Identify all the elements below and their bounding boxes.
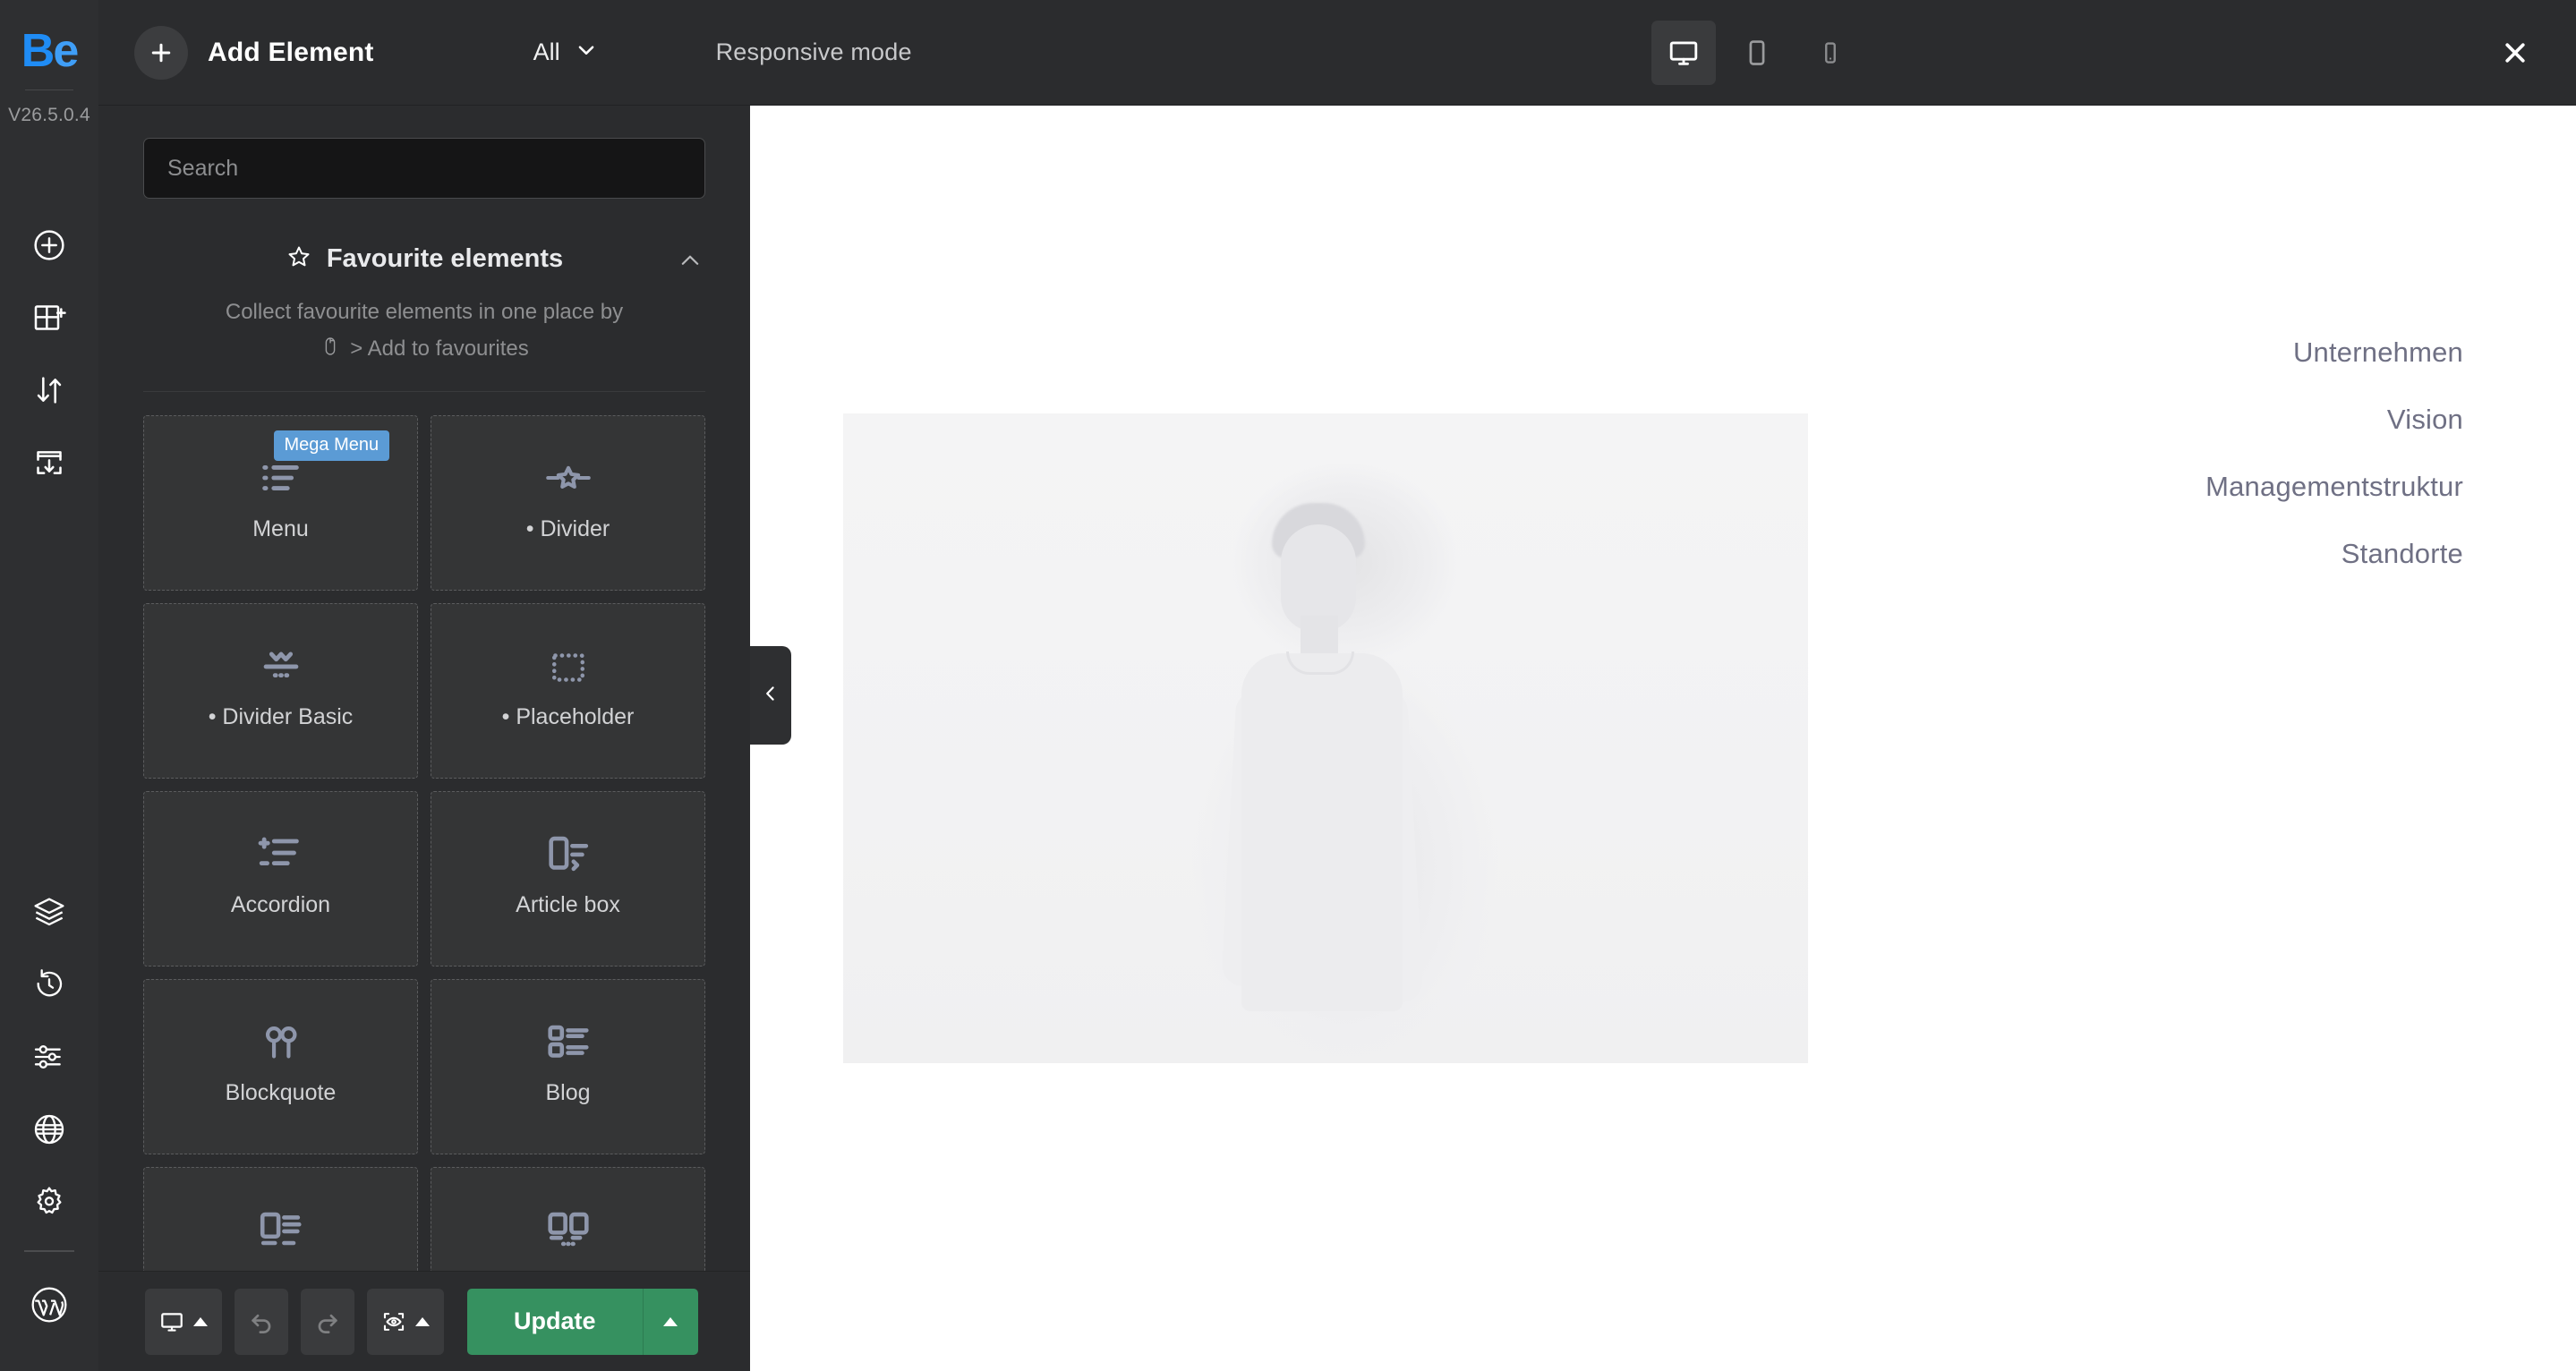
favourite-elements-title: Favourite elements bbox=[326, 244, 564, 273]
element-label-blog: Blog bbox=[545, 1079, 591, 1105]
element-card-two-column-cards[interactable] bbox=[431, 1166, 705, 1271]
preview-button[interactable] bbox=[367, 1288, 444, 1355]
elements-panel: Favourite elements Collect favourite ele… bbox=[98, 106, 750, 1371]
top-toolbar: Add Element All Responsive mode bbox=[98, 0, 2576, 106]
element-card-menu[interactable]: Mega Menu Menu bbox=[143, 414, 418, 591]
logo-letter-e: e bbox=[53, 25, 79, 77]
page-canvas[interactable]: Unternehmen Vision Managementstruktur St… bbox=[750, 106, 2576, 1371]
element-card-article-box[interactable]: Article box bbox=[431, 790, 705, 967]
mega-menu-badge: Mega Menu bbox=[273, 430, 390, 461]
element-label-divider: • Divider bbox=[525, 515, 610, 541]
divider-star-icon bbox=[542, 416, 594, 516]
accordion-icon bbox=[255, 792, 307, 892]
element-filter-dropdown[interactable]: All bbox=[533, 38, 598, 66]
element-card-media-text[interactable] bbox=[143, 1166, 418, 1271]
chevron-down-icon bbox=[575, 38, 598, 66]
two-column-cards-icon bbox=[542, 1168, 594, 1268]
responsive-mode-label: Responsive mode bbox=[715, 38, 912, 65]
viewport-button[interactable] bbox=[145, 1288, 222, 1355]
caret-up-icon bbox=[193, 1316, 208, 1326]
favourite-elements-header[interactable]: Favourite elements bbox=[98, 243, 750, 275]
figure-torso bbox=[1241, 653, 1403, 1011]
element-label-divider-basic: • Divider Basic bbox=[208, 703, 354, 729]
favourite-description-line1: Collect favourite elements in one place … bbox=[225, 300, 624, 324]
element-card-divider[interactable]: • Divider bbox=[431, 414, 705, 591]
redo-button[interactable] bbox=[301, 1288, 354, 1355]
globe-icon[interactable] bbox=[0, 1093, 98, 1165]
favourite-elements-description: Collect favourite elements in one place … bbox=[98, 298, 750, 364]
element-grid: Mega Menu Menu • Divider • Divider Basic… bbox=[98, 392, 750, 1271]
left-rail: Be V26.5.0.4 bbox=[0, 0, 98, 1371]
nav-item-vision[interactable]: Vision bbox=[2387, 405, 2463, 433]
element-card-blockquote[interactable]: Blockquote bbox=[143, 978, 418, 1154]
close-icon[interactable] bbox=[2490, 28, 2540, 78]
favourite-description-line2: > Add to favourites bbox=[350, 336, 529, 361]
star-icon bbox=[286, 243, 312, 275]
nav-item-standorte[interactable]: Standorte bbox=[2341, 540, 2463, 567]
element-label-accordion: Accordion bbox=[230, 891, 331, 917]
rail-top-icons bbox=[0, 209, 98, 498]
element-label-placeholder: • Placeholder bbox=[501, 703, 635, 729]
rail-bottom-icons bbox=[0, 875, 98, 1371]
media-text-icon bbox=[255, 1168, 307, 1268]
search-input[interactable] bbox=[143, 138, 705, 199]
update-button-label: Update bbox=[467, 1288, 643, 1355]
nav-item-unternehmen[interactable]: Unternehmen bbox=[2293, 338, 2463, 366]
version-label: V26.5.0.4 bbox=[8, 105, 90, 125]
plus-icon bbox=[134, 25, 188, 80]
placeholder-dotted-icon bbox=[544, 604, 593, 704]
be-logo[interactable]: Be bbox=[21, 23, 79, 79]
site-navigation: Unternehmen Vision Managementstruktur St… bbox=[2205, 338, 2463, 567]
rail-divider bbox=[25, 89, 73, 90]
device-mobile-button[interactable] bbox=[1798, 21, 1863, 85]
reorder-icon[interactable] bbox=[0, 353, 98, 426]
gear-icon[interactable] bbox=[0, 1165, 98, 1238]
chevron-up-icon[interactable] bbox=[677, 247, 704, 278]
article-box-icon bbox=[542, 792, 594, 892]
element-label-menu: Menu bbox=[252, 515, 309, 541]
rail-separator bbox=[24, 1250, 74, 1252]
preview-caret-up-icon bbox=[415, 1316, 430, 1326]
add-element-label: Add Element bbox=[208, 37, 374, 67]
element-label-blockquote: Blockquote bbox=[225, 1079, 337, 1105]
history-icon[interactable] bbox=[0, 948, 98, 1020]
elements-panel-scroll[interactable]: Favourite elements Collect favourite ele… bbox=[98, 106, 750, 1271]
panel-collapse-handle[interactable] bbox=[750, 646, 791, 745]
add-section-icon[interactable] bbox=[0, 281, 98, 353]
model-figure bbox=[1209, 503, 1433, 1063]
divider-basic-icon bbox=[255, 604, 307, 704]
element-card-placeholder[interactable]: • Placeholder bbox=[431, 602, 705, 779]
mouse-right-click-icon bbox=[320, 336, 341, 365]
insert-template-icon[interactable] bbox=[0, 426, 98, 498]
layers-icon[interactable] bbox=[0, 875, 98, 948]
element-card-blog[interactable]: Blog bbox=[431, 978, 705, 1154]
hero-image[interactable] bbox=[843, 413, 1808, 1063]
page-builder-root: Be V26.5.0.4 Add Element All Responsive … bbox=[0, 0, 2576, 1371]
add-element-icon[interactable] bbox=[0, 209, 98, 281]
update-button[interactable]: Update bbox=[467, 1288, 698, 1355]
device-desktop-button[interactable] bbox=[1651, 20, 1716, 85]
element-filter-label: All bbox=[533, 38, 560, 65]
blockquote-icon bbox=[256, 980, 306, 1080]
device-tablet-button[interactable] bbox=[1725, 21, 1789, 85]
add-element-button[interactable]: Add Element bbox=[134, 25, 374, 80]
options-icon[interactable] bbox=[0, 1020, 98, 1093]
logo-letter-b: B bbox=[21, 25, 55, 77]
chevron-left-icon bbox=[760, 683, 781, 709]
blog-list-icon bbox=[542, 980, 594, 1080]
undo-button[interactable] bbox=[235, 1288, 288, 1355]
device-switcher bbox=[1651, 20, 1863, 85]
element-card-divider-basic[interactable]: • Divider Basic bbox=[143, 602, 418, 779]
panel-bottom-toolbar: Update bbox=[98, 1271, 750, 1371]
update-caret-up-icon bbox=[663, 1316, 678, 1326]
search-container bbox=[98, 106, 750, 199]
nav-item-managementstruktur[interactable]: Managementstruktur bbox=[2205, 473, 2463, 500]
favourite-description-line2-row: > Add to favourites bbox=[163, 334, 686, 363]
element-label-article-box: Article box bbox=[516, 891, 620, 917]
update-dropdown-toggle[interactable] bbox=[642, 1288, 698, 1355]
wordpress-icon[interactable] bbox=[0, 1268, 98, 1341]
element-card-accordion[interactable]: Accordion bbox=[143, 790, 418, 967]
